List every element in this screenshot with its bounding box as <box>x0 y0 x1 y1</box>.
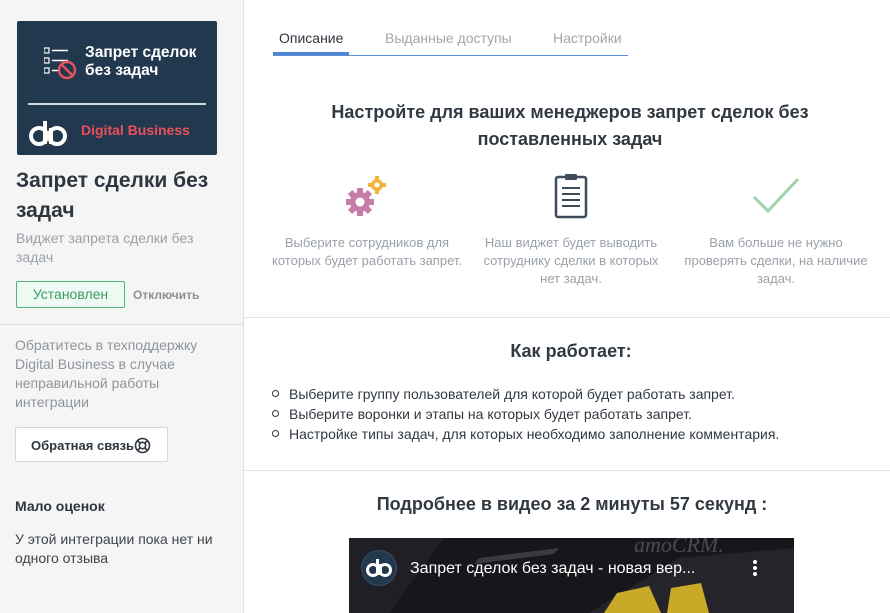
rating-title: Мало оценок <box>15 498 105 514</box>
logo-title: Запрет сделок без задач <box>85 44 197 79</box>
page-headline: Настройте для ваших менеджеров запрет сд… <box>331 102 809 149</box>
app-title: Запрет сделки без задач <box>16 169 209 222</box>
installed-button[interactable]: Установлен <box>16 281 125 308</box>
rating-text: У этой интеграции пока нет ни одного отз… <box>15 531 213 566</box>
feature-item: Выберите сотрудников для которых будет р… <box>272 173 462 268</box>
tab-granted-access[interactable]: Выданные доступы <box>385 30 512 46</box>
digital-business-logo-icon <box>366 559 392 577</box>
channel-avatar[interactable] <box>361 550 397 586</box>
section-divider <box>244 317 890 318</box>
disable-link[interactable]: Отключить <box>133 288 199 302</box>
list-item: Выберите группу пользователей для которо… <box>272 384 779 404</box>
feature-item: Вам больше не нужно проверять сделки, на… <box>681 173 871 286</box>
tab-settings[interactable]: Настройки <box>553 30 622 46</box>
video-player[interactable]: amoCRM. Запрет сделок без задач - новая … <box>349 538 794 613</box>
support-text: Обратитесь в техподдержку Digital Busine… <box>15 337 198 410</box>
digital-business-logo-icon <box>29 121 67 146</box>
list-item: Выберите воронки и этапы на которых буде… <box>272 404 779 424</box>
how-it-works-list: Выберите группу пользователей для которо… <box>272 384 779 444</box>
feature-text: Наш виджет будет выводить сотруднику сде… <box>483 235 659 286</box>
tab-description[interactable]: Описание <box>279 30 343 46</box>
gears-icon <box>346 176 386 216</box>
how-it-works-title: Как работает: <box>510 341 632 361</box>
feature-text: Выберите сотрудников для которых будет р… <box>272 235 463 268</box>
logo-divider <box>28 103 206 105</box>
clipboard-icon <box>554 174 588 219</box>
logo-brand: Digital Business <box>81 122 190 138</box>
widget-logo: Запрет сделок без задач Digital Business <box>17 21 217 155</box>
video-title[interactable]: Запрет сделок без задач - новая вер... <box>410 560 695 578</box>
feedback-label: Обратная связь <box>31 438 135 453</box>
svg-text:amoCRM.: amoCRM. <box>634 538 724 557</box>
section-divider <box>244 470 890 471</box>
feedback-button[interactable]: Обратная связь <box>15 427 168 462</box>
feature-item: Наш виджет будет выводить сотруднику сде… <box>476 173 666 286</box>
checklist-forbidden-icon <box>44 47 77 80</box>
feature-text: Вам больше не нужно проверять сделки, на… <box>684 235 868 286</box>
lifebuoy-icon <box>134 437 151 454</box>
more-vertical-icon[interactable] <box>751 558 759 578</box>
video-heading: Подробнее в видео за 2 минуты 57 секунд … <box>376 494 768 514</box>
tab-bar: Описание Выданные доступы Настройки <box>273 29 628 56</box>
list-item: Настройке типы задач, для которых необхо… <box>272 424 779 444</box>
app-subtitle: Виджет запрета сделки без задач <box>16 230 194 265</box>
sidebar: Запрет сделок без задач Digital Business… <box>0 0 244 613</box>
checkmark-icon <box>752 177 800 214</box>
active-tab-indicator <box>273 52 349 55</box>
sidebar-divider <box>0 324 244 325</box>
